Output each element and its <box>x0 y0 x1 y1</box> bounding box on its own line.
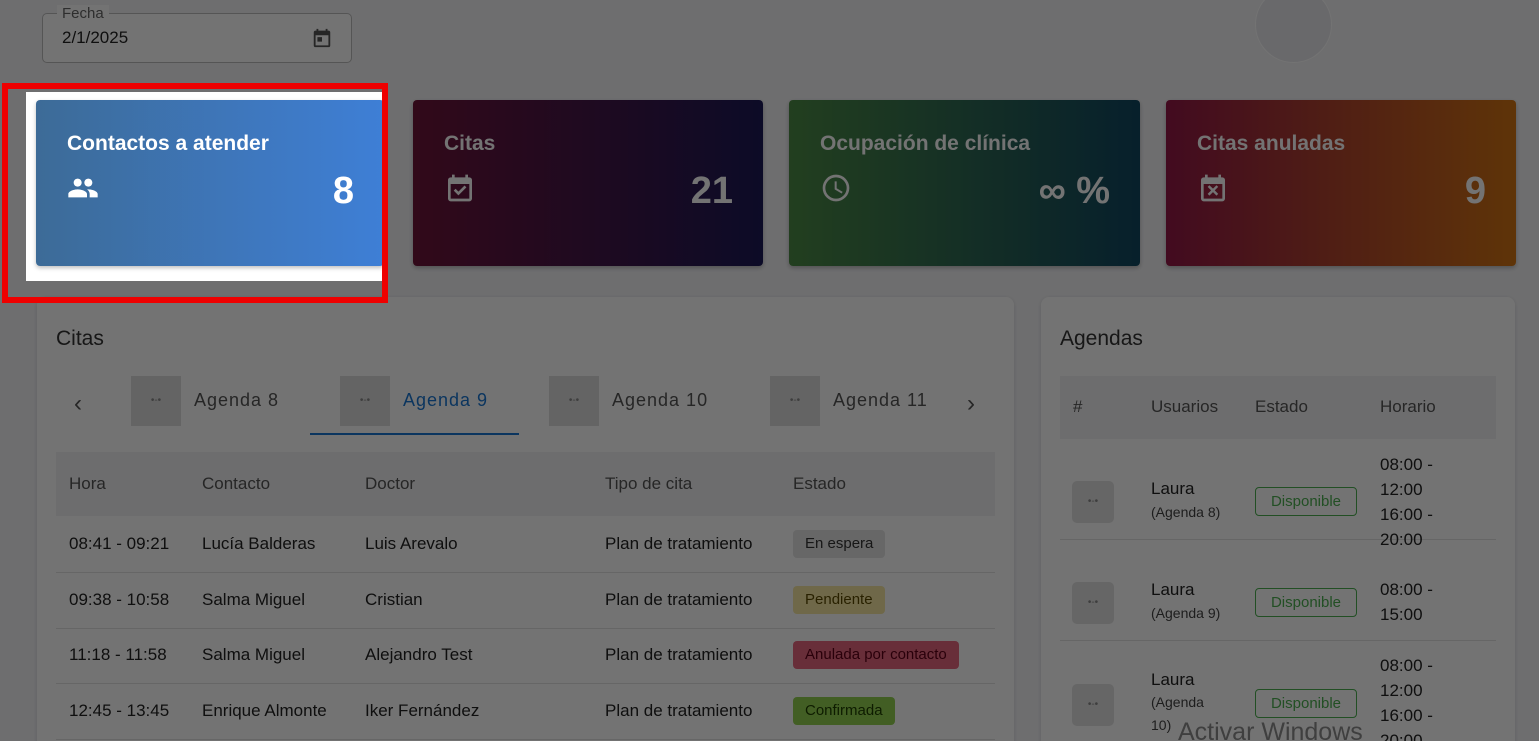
agenda-name: (Agenda 8) <box>1151 504 1221 520</box>
chevron-left-icon[interactable]: ‹ <box>63 389 93 419</box>
agenda-thumbnail: •-• <box>1072 684 1114 726</box>
stat-value: 21 <box>690 170 733 212</box>
cell-doctor: Iker Fernández <box>365 701 480 720</box>
chevron-right-icon[interactable]: › <box>956 389 986 419</box>
windows-activation-watermark: Activar Windows <box>1178 718 1363 741</box>
citas-table-header: Hora Contacto Doctor Tipo de cita Estado <box>56 452 995 516</box>
column-header: Horario <box>1380 397 1436 416</box>
tab-agenda-8[interactable]: •-• Agenda 8 <box>131 376 311 435</box>
agenda-thumbnail: •-• <box>1072 582 1114 624</box>
cell-tipo: Plan de tratamiento <box>605 645 753 664</box>
agenda-thumbnail: •-• <box>549 376 599 426</box>
date-label: Fecha <box>57 5 109 22</box>
cell-hora: 08:41 - 09:21 <box>69 534 170 553</box>
user-avatar[interactable] <box>1255 0 1332 63</box>
agendas-table-header: # Usuarios Estado Horario <box>1060 376 1496 439</box>
schedule: 08:00 - 12:00 16:00 - 20:00 <box>1380 455 1433 549</box>
cell-hora: 11:18 - 11:58 <box>69 645 167 664</box>
cell-tipo: Plan de tratamiento <box>605 701 753 720</box>
status-badge: Anulada por contacto <box>793 641 959 669</box>
cell-hora: 09:38 - 10:58 <box>69 590 170 609</box>
stat-title: Ocupación de clínica <box>820 132 1031 155</box>
date-value[interactable]: 2/1/2025 <box>62 28 128 48</box>
column-header: Tipo de cita <box>605 474 693 493</box>
agenda-thumbnail: •-• <box>131 376 181 426</box>
stat-card-ocupacion[interactable]: Ocupación de clínica ∞ % <box>789 100 1140 266</box>
column-header: Contacto <box>202 474 271 493</box>
agenda-thumbnail: •-• <box>1072 481 1114 523</box>
schedule: 08:00 - 15:00 <box>1380 580 1433 624</box>
panel-title: Agendas <box>1060 327 1143 350</box>
user-name: Laura <box>1151 580 1195 599</box>
status-badge: Disponible <box>1255 588 1357 617</box>
table-row[interactable]: 08:41 - 09:21 Lucía Balderas Luis Areval… <box>56 517 995 573</box>
column-header: Doctor <box>365 474 416 493</box>
user-name: Laura <box>1151 670 1195 689</box>
agenda-name: (Agenda 9) <box>1151 605 1221 621</box>
stat-card-citas[interactable]: Citas 21 <box>413 100 763 266</box>
user-name: Laura <box>1151 479 1195 498</box>
cell-tipo: Plan de tratamiento <box>605 534 753 553</box>
cell-tipo: Plan de tratamiento <box>605 590 753 609</box>
table-row[interactable]: 11:18 - 11:58 Salma Miguel Alejandro Tes… <box>56 628 995 684</box>
cell-hora: 12:45 - 13:45 <box>69 701 170 720</box>
tab-label: Agenda 11 <box>833 390 928 410</box>
table-row[interactable]: 09:38 - 10:58 Salma Miguel Cristian Plan… <box>56 573 995 629</box>
cell-contacto: Salma Miguel <box>202 590 305 609</box>
cell-contacto: Enrique Almonte <box>202 701 327 720</box>
clock-icon <box>822 174 850 202</box>
active-tab-indicator <box>310 433 519 435</box>
agendas-panel: Agendas # Usuarios Estado Horario •-• La… <box>1041 297 1515 741</box>
date-field[interactable]: Fecha 2/1/2025 <box>42 5 352 63</box>
column-header: Usuarios <box>1151 397 1219 416</box>
stat-title: Citas anuladas <box>1197 132 1346 155</box>
calendar-check-icon <box>448 174 472 202</box>
status-badge: Disponible <box>1255 689 1357 718</box>
table-row[interactable]: 12:45 - 13:45 Enrique Almonte Iker Ferná… <box>56 684 995 740</box>
status-badge: En espera <box>793 530 886 558</box>
highlight-frame <box>2 83 388 303</box>
column-header: Estado <box>1255 397 1308 416</box>
column-header: Hora <box>69 474 106 493</box>
cell-contacto: Salma Miguel <box>202 645 305 664</box>
stat-value: ∞ % <box>1038 170 1110 212</box>
cell-doctor: Alejandro Test <box>365 645 473 664</box>
table-row[interactable]: •-• Laura (Agenda 9) Disponible 08:00 - … <box>1060 540 1496 641</box>
status-badge: Confirmada <box>793 697 895 725</box>
stat-value: 9 <box>1464 170 1486 212</box>
tab-label: Agenda 8 <box>194 390 280 410</box>
cell-contacto: Lucía Balderas <box>202 534 316 553</box>
schedule: 08:00 - 12:00 16:00 - 20:00 <box>1380 656 1433 741</box>
agenda-thumbnail: •-• <box>770 376 820 426</box>
column-header: # <box>1073 397 1083 416</box>
status-badge: Disponible <box>1255 487 1357 516</box>
cell-doctor: Luis Arevalo <box>365 534 458 553</box>
calendar-icon[interactable] <box>311 27 333 49</box>
column-header: Estado <box>793 474 846 493</box>
stat-card-citas-anuladas[interactable]: Citas anuladas 9 <box>1166 100 1516 266</box>
tab-agenda-10[interactable]: •-• Agenda 10 <box>549 376 739 435</box>
cell-doctor: Cristian <box>365 590 423 609</box>
tab-label: Agenda 10 <box>612 390 709 410</box>
status-badge: Pendiente <box>793 586 885 614</box>
tab-label: Agenda 9 <box>403 390 489 410</box>
stat-title: Citas <box>444 132 496 155</box>
calendar-x-icon <box>1201 174 1225 202</box>
table-row[interactable]: •-• Laura (Agenda 8) Disponible 08:00 - … <box>1060 439 1496 549</box>
agenda-thumbnail: •-• <box>340 376 390 426</box>
panel-title: Citas <box>56 327 104 350</box>
citas-panel: Citas ‹ •-• Agenda 8 •-• Agenda 9 •-• Ag… <box>37 297 1014 741</box>
tab-agenda-9[interactable]: •-• Agenda 9 <box>340 376 520 435</box>
tab-agenda-11[interactable]: •-• Agenda 11 <box>770 376 950 435</box>
